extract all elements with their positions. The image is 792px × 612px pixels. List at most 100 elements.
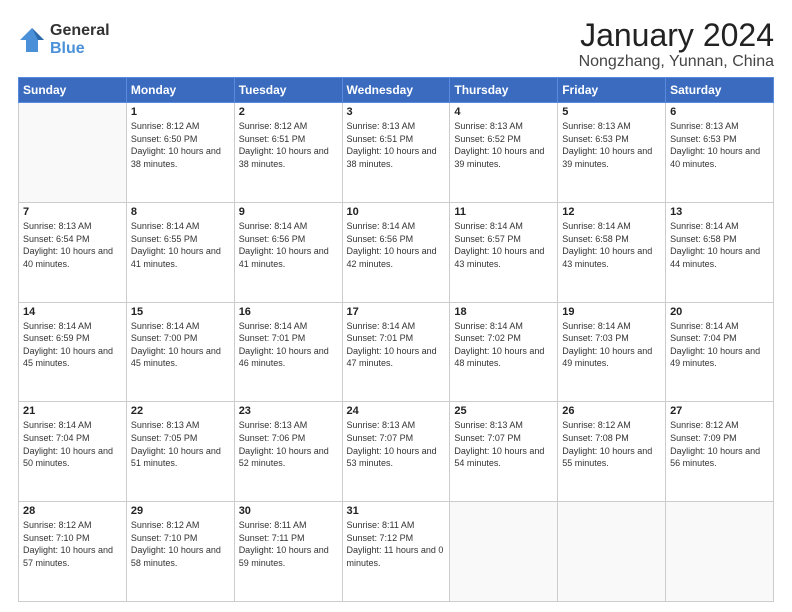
calendar-cell: 4 Sunrise: 8:13 AMSunset: 6:52 PMDaylight… xyxy=(450,103,558,203)
calendar-cell: 14 Sunrise: 8:14 AMSunset: 6:59 PMDayligh… xyxy=(19,302,127,402)
day-info: Sunrise: 8:12 AMSunset: 6:50 PMDaylight:… xyxy=(131,120,230,170)
col-thursday: Thursday xyxy=(450,78,558,103)
day-info: Sunrise: 8:14 AMSunset: 7:01 PMDaylight:… xyxy=(347,320,446,370)
calendar-week-3: 14 Sunrise: 8:14 AMSunset: 6:59 PMDayligh… xyxy=(19,302,774,402)
calendar-cell: 13Sunrise: 8:14 AMSunset: 6:58 PMDayligh… xyxy=(666,202,774,302)
calendar-cell: 3 Sunrise: 8:13 AMSunset: 6:51 PMDaylight… xyxy=(342,103,450,203)
day-number: 1 xyxy=(131,106,230,118)
day-number: 16 xyxy=(239,306,338,318)
day-info: Sunrise: 8:13 AMSunset: 6:53 PMDaylight:… xyxy=(670,120,769,170)
day-number: 24 xyxy=(347,405,446,417)
day-number: 21 xyxy=(23,405,122,417)
calendar-cell: 30 Sunrise: 8:11 AMSunset: 7:11 PMDayligh… xyxy=(234,502,342,602)
header-row: Sunday Monday Tuesday Wednesday Thursday… xyxy=(19,78,774,103)
day-info: Sunrise: 8:14 AMSunset: 6:55 PMDaylight:… xyxy=(131,220,230,270)
day-number: 2 xyxy=(239,106,338,118)
col-saturday: Saturday xyxy=(666,78,774,103)
day-number: 4 xyxy=(454,106,553,118)
col-monday: Monday xyxy=(126,78,234,103)
calendar-cell: 7 Sunrise: 8:13 AMSunset: 6:54 PMDaylight… xyxy=(19,202,127,302)
calendar-cell: 21 Sunrise: 8:14 AMSunset: 7:04 PMDayligh… xyxy=(19,402,127,502)
day-info: Sunrise: 8:13 AMSunset: 6:53 PMDaylight:… xyxy=(562,120,661,170)
day-info: Sunrise: 8:12 AMSunset: 7:09 PMDaylight:… xyxy=(670,419,769,469)
calendar-week-1: 1 Sunrise: 8:12 AMSunset: 6:50 PMDaylight… xyxy=(19,103,774,203)
calendar-cell xyxy=(558,502,666,602)
title-block: January 2024 Nongzhang, Yunnan, China xyxy=(579,18,774,71)
day-number: 12 xyxy=(562,206,661,218)
logo: General Blue xyxy=(18,22,110,57)
calendar-cell: 27 Sunrise: 8:12 AMSunset: 7:09 PMDayligh… xyxy=(666,402,774,502)
day-info: Sunrise: 8:14 AMSunset: 7:04 PMDaylight:… xyxy=(670,320,769,370)
day-number: 30 xyxy=(239,505,338,517)
calendar-cell xyxy=(19,103,127,203)
calendar-cell: 28 Sunrise: 8:12 AMSunset: 7:10 PMDayligh… xyxy=(19,502,127,602)
col-tuesday: Tuesday xyxy=(234,78,342,103)
day-number: 13 xyxy=(670,206,769,218)
day-number: 6 xyxy=(670,106,769,118)
calendar-cell: 29 Sunrise: 8:12 AMSunset: 7:10 PMDayligh… xyxy=(126,502,234,602)
day-info: Sunrise: 8:13 AMSunset: 6:51 PMDaylight:… xyxy=(347,120,446,170)
day-number: 11 xyxy=(454,206,553,218)
calendar-week-5: 28 Sunrise: 8:12 AMSunset: 7:10 PMDayligh… xyxy=(19,502,774,602)
day-info: Sunrise: 8:14 AMSunset: 6:58 PMDaylight:… xyxy=(562,220,661,270)
day-info: Sunrise: 8:14 AMSunset: 6:56 PMDaylight:… xyxy=(239,220,338,270)
calendar-cell: 22 Sunrise: 8:13 AMSunset: 7:05 PMDayligh… xyxy=(126,402,234,502)
day-number: 3 xyxy=(347,106,446,118)
day-number: 29 xyxy=(131,505,230,517)
day-info: Sunrise: 8:14 AMSunset: 7:03 PMDaylight:… xyxy=(562,320,661,370)
col-friday: Friday xyxy=(558,78,666,103)
day-info: Sunrise: 8:14 AMSunset: 7:00 PMDaylight:… xyxy=(131,320,230,370)
calendar-cell xyxy=(450,502,558,602)
calendar-week-2: 7 Sunrise: 8:13 AMSunset: 6:54 PMDaylight… xyxy=(19,202,774,302)
page: General Blue January 2024 Nongzhang, Yun… xyxy=(0,0,792,612)
day-info: Sunrise: 8:14 AMSunset: 7:02 PMDaylight:… xyxy=(454,320,553,370)
day-info: Sunrise: 8:12 AMSunset: 7:10 PMDaylight:… xyxy=(131,519,230,569)
day-number: 8 xyxy=(131,206,230,218)
day-info: Sunrise: 8:11 AMSunset: 7:11 PMDaylight:… xyxy=(239,519,338,569)
logo-blue: Blue xyxy=(50,40,110,58)
day-info: Sunrise: 8:12 AMSunset: 7:10 PMDaylight:… xyxy=(23,519,122,569)
day-number: 14 xyxy=(23,306,122,318)
calendar-week-4: 21 Sunrise: 8:14 AMSunset: 7:04 PMDayligh… xyxy=(19,402,774,502)
day-info: Sunrise: 8:13 AMSunset: 7:07 PMDaylight:… xyxy=(347,419,446,469)
day-number: 31 xyxy=(347,505,446,517)
day-info: Sunrise: 8:14 AMSunset: 6:56 PMDaylight:… xyxy=(347,220,446,270)
day-number: 20 xyxy=(670,306,769,318)
calendar-cell: 24 Sunrise: 8:13 AMSunset: 7:07 PMDayligh… xyxy=(342,402,450,502)
calendar-cell: 10 Sunrise: 8:14 AMSunset: 6:56 PMDayligh… xyxy=(342,202,450,302)
day-number: 15 xyxy=(131,306,230,318)
calendar-cell: 19Sunrise: 8:14 AMSunset: 7:03 PMDayligh… xyxy=(558,302,666,402)
day-info: Sunrise: 8:13 AMSunset: 6:52 PMDaylight:… xyxy=(454,120,553,170)
day-info: Sunrise: 8:12 AMSunset: 7:08 PMDaylight:… xyxy=(562,419,661,469)
calendar-cell: 11 Sunrise: 8:14 AMSunset: 6:57 PMDayligh… xyxy=(450,202,558,302)
day-info: Sunrise: 8:14 AMSunset: 7:01 PMDaylight:… xyxy=(239,320,338,370)
calendar-cell: 9 Sunrise: 8:14 AMSunset: 6:56 PMDaylight… xyxy=(234,202,342,302)
day-info: Sunrise: 8:14 AMSunset: 7:04 PMDaylight:… xyxy=(23,419,122,469)
day-info: Sunrise: 8:14 AMSunset: 6:57 PMDaylight:… xyxy=(454,220,553,270)
day-info: Sunrise: 8:13 AMSunset: 6:54 PMDaylight:… xyxy=(23,220,122,270)
day-info: Sunrise: 8:12 AMSunset: 6:51 PMDaylight:… xyxy=(239,120,338,170)
day-number: 10 xyxy=(347,206,446,218)
day-number: 17 xyxy=(347,306,446,318)
calendar-cell: 23Sunrise: 8:13 AMSunset: 7:06 PMDayligh… xyxy=(234,402,342,502)
calendar-cell: 5 Sunrise: 8:13 AMSunset: 6:53 PMDaylight… xyxy=(558,103,666,203)
day-info: Sunrise: 8:14 AMSunset: 6:59 PMDaylight:… xyxy=(23,320,122,370)
day-number: 28 xyxy=(23,505,122,517)
col-wednesday: Wednesday xyxy=(342,78,450,103)
day-info: Sunrise: 8:13 AMSunset: 7:05 PMDaylight:… xyxy=(131,419,230,469)
location-title: Nongzhang, Yunnan, China xyxy=(579,53,774,71)
month-title: January 2024 xyxy=(579,18,774,53)
day-number: 18 xyxy=(454,306,553,318)
day-number: 22 xyxy=(131,405,230,417)
day-number: 27 xyxy=(670,405,769,417)
day-number: 7 xyxy=(23,206,122,218)
day-number: 26 xyxy=(562,405,661,417)
day-number: 23 xyxy=(239,405,338,417)
day-number: 25 xyxy=(454,405,553,417)
day-number: 9 xyxy=(239,206,338,218)
calendar-table: Sunday Monday Tuesday Wednesday Thursday… xyxy=(18,77,774,602)
calendar-cell: 2 Sunrise: 8:12 AMSunset: 6:51 PMDaylight… xyxy=(234,103,342,203)
calendar-cell: 6 Sunrise: 8:13 AMSunset: 6:53 PMDaylight… xyxy=(666,103,774,203)
calendar-cell: 26 Sunrise: 8:12 AMSunset: 7:08 PMDayligh… xyxy=(558,402,666,502)
day-number: 5 xyxy=(562,106,661,118)
